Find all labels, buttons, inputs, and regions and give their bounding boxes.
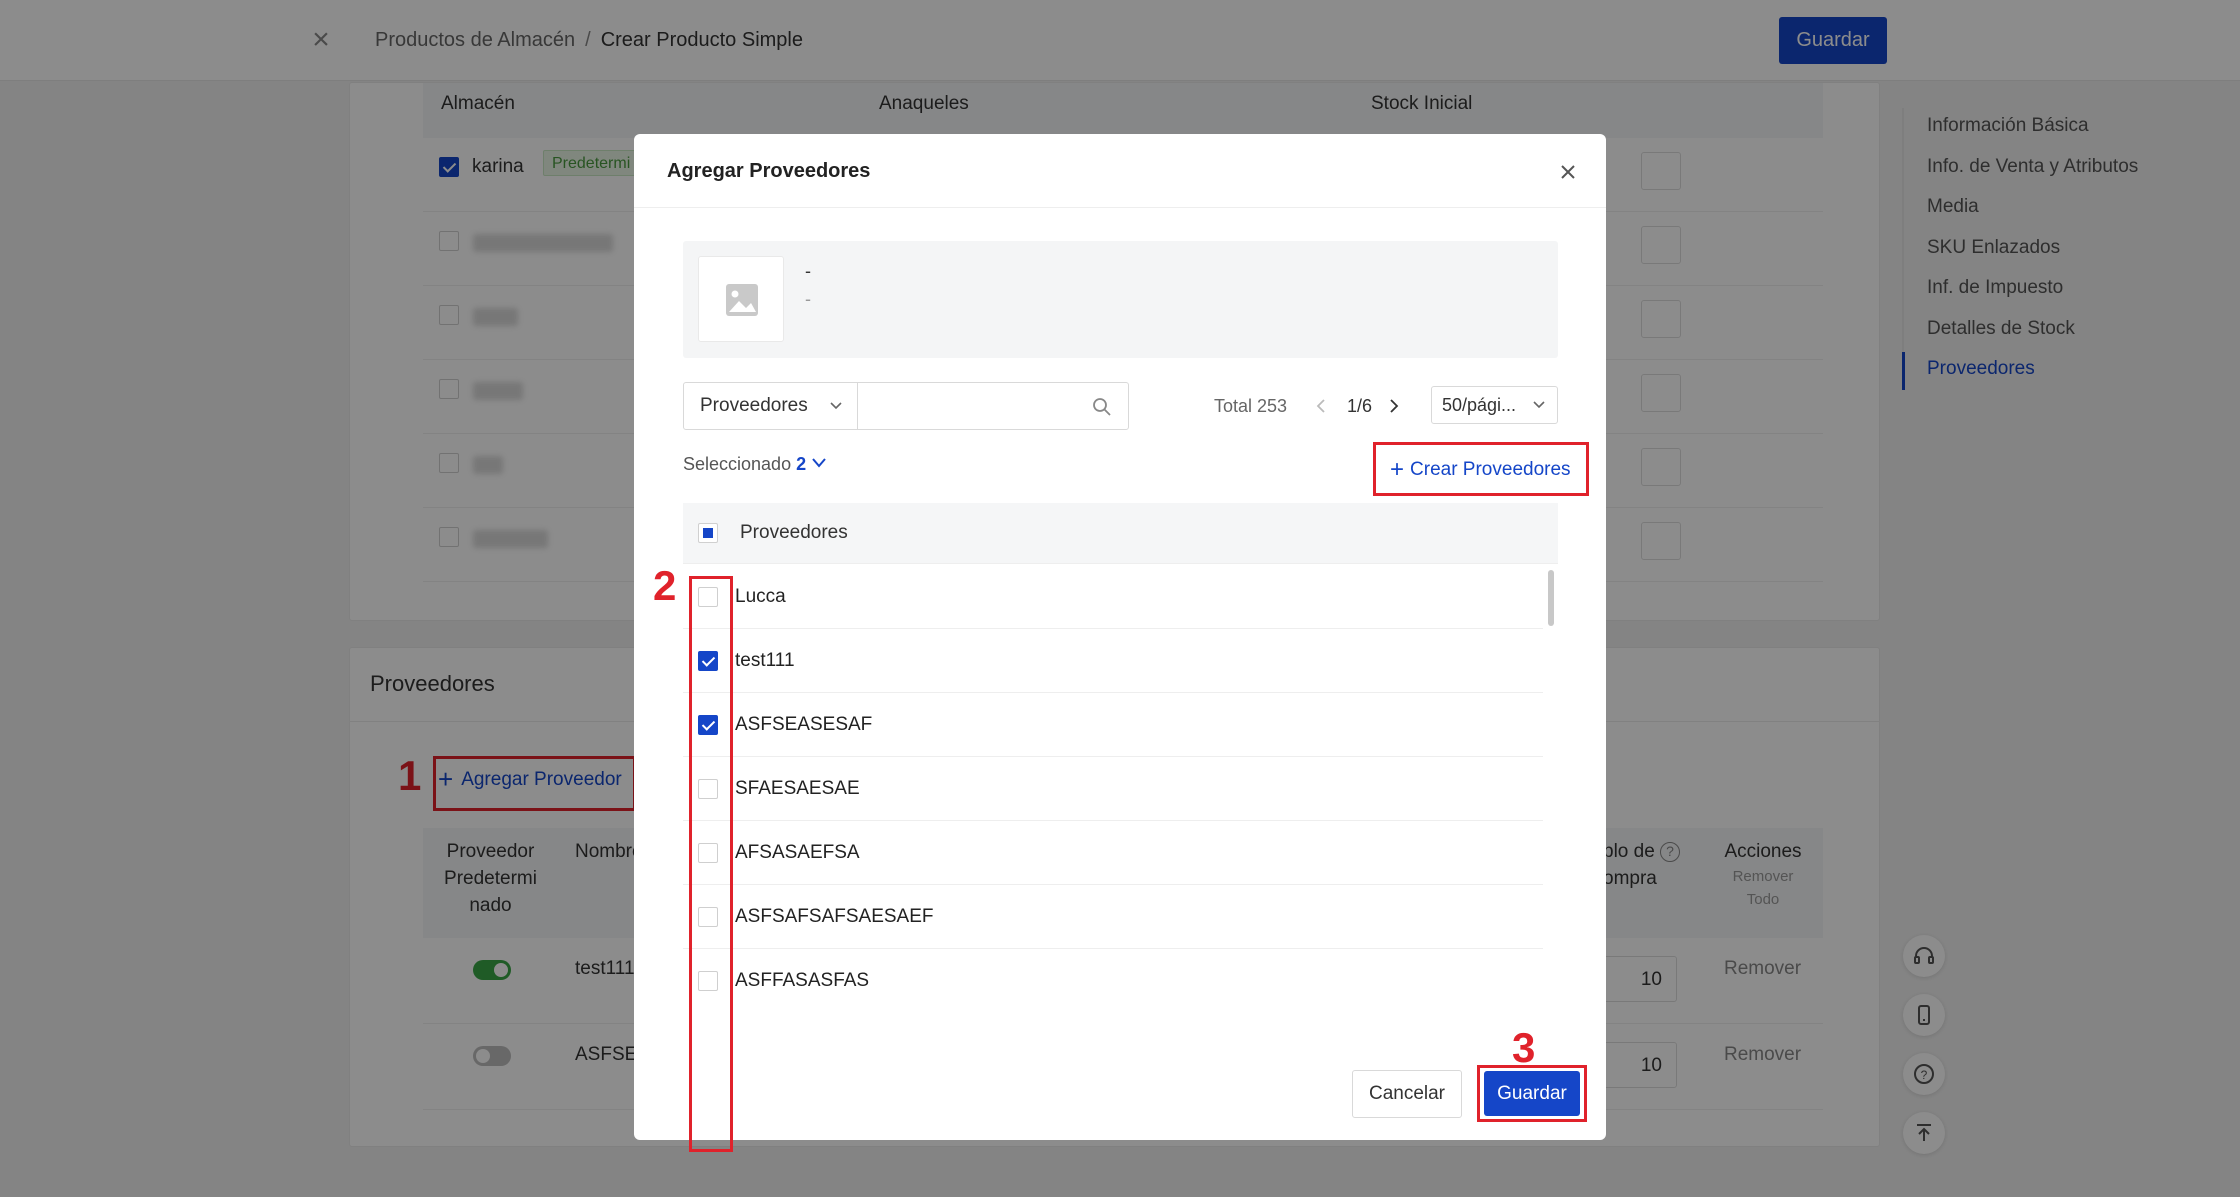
list-item[interactable]: ASFSEASESAF	[683, 693, 1543, 757]
product-name: -	[805, 261, 811, 281]
chevron-down-icon	[830, 402, 842, 410]
list-scrollbar[interactable]	[1548, 570, 1554, 626]
product-image-placeholder	[698, 256, 784, 342]
page-size-value: 50/pági...	[1442, 395, 1517, 415]
divider	[634, 207, 1606, 208]
filter-field-select[interactable]: Proveedores	[683, 382, 858, 430]
create-suppliers-button[interactable]: + Crear Proveedores	[1373, 442, 1589, 496]
select-all-checkbox[interactable]	[698, 523, 718, 543]
filter-field-value: Proveedores	[700, 395, 808, 416]
add-suppliers-dialog: Agregar Proveedores - - Proveedores Tota…	[634, 134, 1606, 1152]
search-input[interactable]	[868, 393, 1068, 421]
list-item[interactable]: Lucca	[683, 565, 1543, 629]
plus-icon: +	[1390, 456, 1405, 483]
chevron-down-icon	[812, 458, 826, 468]
selected-count: 2	[796, 454, 807, 474]
list-item[interactable]: SFAESAESAE	[683, 757, 1543, 821]
list-item[interactable]: ASFFASASFAS	[683, 949, 1543, 1013]
annotation-box-2	[689, 576, 733, 1152]
selected-label: Seleccionado	[683, 454, 792, 474]
list-item[interactable]: ASFSAFSAFSAESAEF	[683, 885, 1543, 949]
supplier-option-name: Lucca	[735, 586, 786, 607]
supplier-option-name: test111	[735, 650, 795, 671]
product-summary: - -	[683, 241, 1558, 358]
page-size-select[interactable]: 50/pági...	[1431, 386, 1558, 424]
cancel-button[interactable]: Cancelar	[1352, 1070, 1462, 1118]
create-suppliers-label: Crear Proveedores	[1410, 459, 1571, 480]
supplier-option-name: ASFSAFSAFSAESAEF	[735, 906, 934, 927]
supplier-option-name: ASFSEASESAF	[735, 714, 873, 735]
selected-summary[interactable]: Seleccionado 2	[683, 454, 827, 475]
page-indicator: 1/6	[1347, 396, 1373, 416]
save-button[interactable]: Guardar	[1484, 1071, 1580, 1116]
search-icon[interactable]	[1092, 397, 1112, 417]
chevron-left-icon[interactable]	[1313, 396, 1329, 416]
supplier-list-header: Proveedores	[683, 503, 1558, 564]
supplier-option-name: AFSASAEFSA	[735, 842, 860, 863]
list-header-label: Proveedores	[740, 522, 848, 543]
annotation-step-3: 3	[1512, 1024, 1536, 1071]
close-icon[interactable]	[1554, 158, 1582, 186]
search-field[interactable]	[857, 382, 1129, 430]
chevron-down-icon	[1533, 401, 1545, 409]
total-count: Total 253	[1214, 396, 1288, 416]
dialog-title: Agregar Proveedores	[667, 160, 871, 182]
annotation-step-2: 2	[653, 562, 677, 609]
annotation-box-3: Guardar	[1477, 1065, 1587, 1122]
product-sku: -	[805, 289, 811, 309]
list-item[interactable]: test111	[683, 629, 1543, 693]
supplier-option-name: SFAESAESAE	[735, 778, 860, 799]
image-icon	[726, 284, 758, 316]
list-item[interactable]: AFSASAEFSA	[683, 821, 1543, 885]
supplier-option-name: ASFFASASFAS	[735, 970, 870, 991]
chevron-right-icon[interactable]	[1386, 396, 1402, 416]
